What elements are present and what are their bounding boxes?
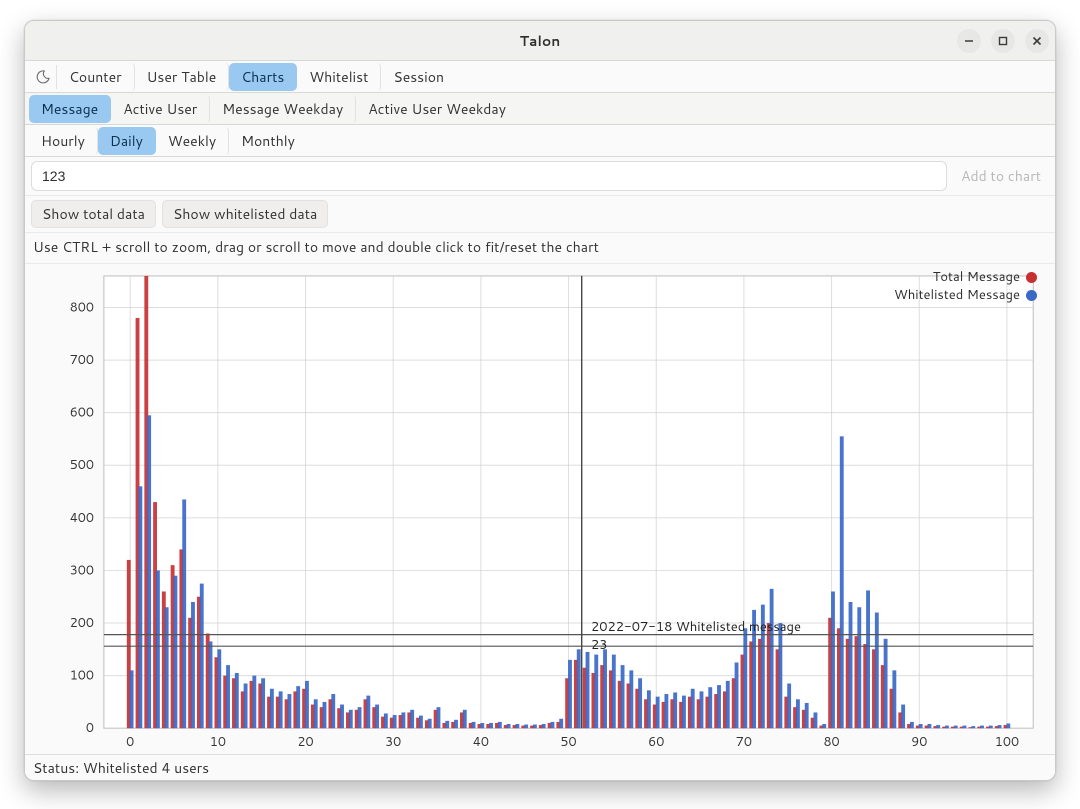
svg-text:500: 500: [70, 456, 94, 474]
maximize-button[interactable]: [991, 29, 1015, 53]
svg-text:70: 70: [736, 733, 752, 751]
show-whitelisted-button[interactable]: Show whitelisted data: [162, 200, 328, 228]
tab-weekly[interactable]: Weekly: [156, 127, 229, 155]
svg-text:0: 0: [86, 719, 94, 737]
tab-whitelist[interactable]: Whitelist: [297, 63, 381, 91]
svg-text:300: 300: [70, 561, 94, 579]
chart-id-input[interactable]: [31, 161, 947, 191]
legend-item-total: Total Message: [894, 268, 1037, 286]
legend-label: Whitelisted Message: [894, 286, 1020, 304]
close-button[interactable]: [1025, 29, 1049, 53]
svg-text:40: 40: [473, 733, 489, 751]
legend-label: Total Message: [933, 268, 1020, 286]
tab-message-weekday[interactable]: Message Weekday: [210, 95, 356, 123]
tab-daily[interactable]: Daily: [98, 127, 156, 155]
svg-text:90: 90: [911, 733, 927, 751]
app-window: Talon CounterUser TableChartsWhiteli: [24, 20, 1056, 781]
chart-hint: Use CTRL + scroll to zoom, drag or scrol…: [25, 233, 1055, 264]
chart-type-tabs: MessageActive UserMessage WeekdayActive …: [25, 93, 1055, 125]
show-total-button[interactable]: Show total data: [31, 200, 156, 228]
svg-text:0: 0: [126, 733, 134, 751]
svg-text:400: 400: [70, 509, 94, 527]
toggle-row: Show total data Show whitelisted data: [25, 196, 1055, 233]
tab-hourly[interactable]: Hourly: [29, 127, 98, 155]
chart-svg[interactable]: 0 100 200 300 400 500 600 700 800 0 10 20 30 40 50 60 70…: [33, 268, 1047, 754]
svg-text:700: 700: [70, 351, 94, 369]
minimize-icon: [964, 36, 974, 46]
tab-monthly[interactable]: Monthly: [229, 127, 307, 155]
svg-text:100: 100: [995, 733, 1019, 751]
legend-item-whitelisted: Whitelisted Message: [894, 286, 1037, 304]
tab-message[interactable]: Message: [29, 95, 111, 123]
svg-text:20: 20: [297, 733, 313, 751]
search-row: Add to chart: [25, 157, 1055, 196]
window-controls: [957, 29, 1049, 53]
main-tabs: CounterUser TableChartsWhitelistSession: [25, 61, 1055, 93]
svg-text:60: 60: [648, 733, 664, 751]
theme-toggle[interactable]: [29, 65, 57, 89]
svg-text:200: 200: [70, 614, 94, 632]
legend-dot-icon: [1026, 290, 1037, 301]
svg-text:100: 100: [70, 667, 94, 685]
tab-user-table[interactable]: User Table: [135, 63, 230, 91]
minimize-button[interactable]: [957, 29, 981, 53]
close-icon: [1032, 36, 1042, 46]
svg-text:800: 800: [70, 298, 94, 316]
titlebar: Talon: [25, 21, 1055, 61]
svg-text:600: 600: [70, 404, 94, 422]
add-to-chart-button[interactable]: Add to chart: [953, 166, 1049, 186]
svg-text:50: 50: [560, 733, 576, 751]
window-title: Talon: [520, 31, 561, 51]
chart-area[interactable]: Total Message Whitelisted Message 010020…: [25, 264, 1055, 754]
legend-dot-icon: [1026, 272, 1037, 283]
tab-session[interactable]: Session: [381, 63, 456, 91]
status-bar: Status: Whitelisted 4 users: [25, 754, 1055, 780]
moon-icon: [35, 69, 51, 85]
legend: Total Message Whitelisted Message: [894, 268, 1037, 304]
svg-text:10: 10: [210, 733, 226, 751]
svg-text:30: 30: [385, 733, 401, 751]
svg-text:80: 80: [823, 733, 839, 751]
tab-charts[interactable]: Charts: [229, 63, 297, 91]
status-text: Status: Whitelisted 4 users: [33, 758, 209, 778]
tab-active-user[interactable]: Active User: [111, 95, 210, 123]
tab-active-user-weekday[interactable]: Active User Weekday: [356, 95, 518, 123]
maximize-icon: [998, 36, 1008, 46]
tab-counter[interactable]: Counter: [57, 63, 135, 91]
granularity-tabs: HourlyDailyWeeklyMonthly: [25, 125, 1055, 157]
